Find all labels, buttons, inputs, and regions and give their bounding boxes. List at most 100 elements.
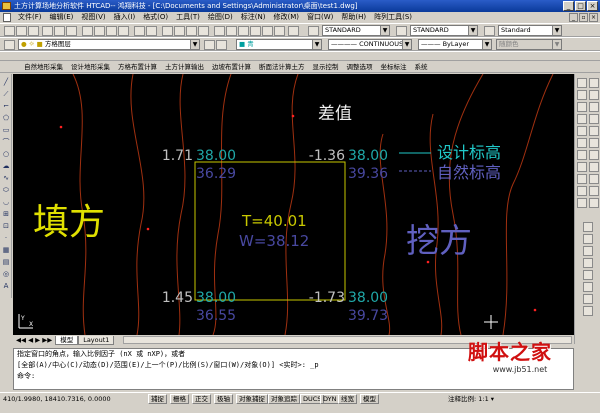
menu-format[interactable]: 格式(O) [139,12,172,23]
zoom-previous-icon[interactable] [198,26,209,36]
lineweight-select[interactable]: ——— ByLayer ▼ [418,39,492,50]
match-properties-icon[interactable] [118,26,129,36]
new-icon[interactable] [4,26,15,36]
ellipse-arc-icon[interactable]: ◡ [1,198,11,206]
plugin-design-terrain[interactable]: 设计地形采集 [67,61,114,73]
tool-palettes-icon[interactable] [238,26,249,36]
pan-icon[interactable] [162,26,173,36]
spline-icon[interactable]: ∿ [1,174,11,182]
menu-help[interactable]: 帮助(H) [337,12,370,23]
polyline-icon[interactable]: ⌐ [1,102,11,110]
zoom-window-icon[interactable] [186,26,197,36]
text-style-select[interactable]: STANDARD ▼ [322,25,390,36]
extend-icon[interactable] [577,138,587,148]
move-icon[interactable] [589,102,599,112]
dimension-linear-icon[interactable] [583,222,593,232]
table-style-select[interactable]: Standard ▼ [498,25,562,36]
plugin-section-method[interactable]: 断面法计算土方 [255,61,309,73]
make-block-icon[interactable]: ⊡ [1,222,11,230]
publish-icon[interactable] [66,26,77,36]
status-snap-button[interactable]: 捕捉 [148,394,167,404]
construction-line-icon[interactable]: ⟋ [1,90,11,98]
menu-insert[interactable]: 插入(I) [110,12,140,23]
sheet-set-icon[interactable] [250,26,261,36]
status-dyn-button[interactable]: DYN [320,394,340,404]
insert-block-icon[interactable]: ⊞ [1,210,11,218]
trim-icon[interactable] [589,126,599,136]
annotation-scale[interactable]: 注释比例: 1:1 ▾ [448,393,494,405]
snap-quadrant-icon[interactable] [577,198,587,208]
design-center-icon[interactable] [226,26,237,36]
polygon-icon[interactable]: ⬠ [1,114,11,122]
snap-midpoint-icon[interactable] [589,174,599,184]
snap-intersection-icon[interactable] [577,186,587,196]
properties-icon[interactable] [214,26,225,36]
cut-icon[interactable] [82,26,93,36]
snap-center-icon[interactable] [589,186,599,196]
hatch-icon[interactable]: ▦ [1,246,11,254]
status-lineweight-button[interactable]: 线宽 [338,394,357,404]
region-icon[interactable]: ◎ [1,270,11,278]
scale-icon[interactable] [589,114,599,124]
leader-icon[interactable] [583,270,593,280]
redo-icon[interactable] [146,26,157,36]
quickcalc-icon[interactable] [274,26,285,36]
maximize-button[interactable]: □ [575,1,586,11]
copy-object-icon[interactable] [589,78,599,88]
layer-manager-icon[interactable] [4,40,15,50]
explode-icon[interactable] [589,162,599,172]
make-object-layer-current-icon[interactable] [204,40,215,50]
menu-dimension[interactable]: 标注(N) [237,12,270,23]
dimension-radius-icon[interactable] [583,246,593,256]
plugin-natural-terrain[interactable]: 自然地形采集 [20,61,67,73]
fillet-icon[interactable] [577,162,587,172]
snap-tangent-icon[interactable] [589,198,599,208]
menu-edit[interactable]: 编辑(E) [46,12,78,23]
dimension-aligned-icon[interactable] [583,234,593,244]
close-button[interactable]: × [587,1,598,11]
layer-select[interactable]: ● ☼ ■ 方格图层 ▼ [18,39,200,50]
menu-array-tools[interactable]: 阵列工具(S) [370,12,416,23]
linetype-select[interactable]: ———— CONTINUOUS ▼ [328,39,412,50]
minimize-button[interactable]: _ [563,1,574,11]
menu-file[interactable]: 文件(F) [14,12,46,23]
save-icon[interactable] [28,26,39,36]
menu-window[interactable]: 窗口(W) [303,12,337,23]
dim-style-select[interactable]: STANDARD ▼ [410,25,478,36]
status-grid-button[interactable]: 栅格 [170,394,189,404]
stretch-icon[interactable] [577,126,587,136]
menu-modify[interactable]: 修改(M) [269,12,303,23]
help-icon[interactable] [288,26,299,36]
zoom-realtime-icon[interactable] [174,26,185,36]
tab-layout1[interactable]: Layout1 [78,335,115,345]
plugin-grid-layout[interactable]: 方格布置计算 [114,61,161,73]
status-otrack-button[interactable]: 对象追踪 [268,394,300,404]
status-osnap-button[interactable]: 对象捕捉 [236,394,268,404]
status-ortho-button[interactable]: 正交 [192,394,211,404]
tab-nav-arrows[interactable]: ◀◀ ◀ ▶ ▶▶ [13,336,55,344]
dimension-edit-icon[interactable] [583,294,593,304]
markup-icon[interactable] [262,26,273,36]
rectangle-icon[interactable]: ▭ [1,126,11,134]
mirror-icon[interactable] [577,90,587,100]
color-select[interactable]: ■ 青 ▼ [236,39,322,50]
doc-restore-button[interactable]: ▫ [579,13,588,22]
dimension-update-icon[interactable] [583,306,593,316]
rotate-icon[interactable] [577,114,587,124]
status-polar-button[interactable]: 极轴 [214,394,233,404]
plugin-display-control[interactable]: 显示控制 [309,61,343,73]
break-icon[interactable] [589,138,599,148]
open-icon[interactable] [16,26,27,36]
erase-icon[interactable] [577,78,587,88]
menu-draw[interactable]: 绘图(D) [204,12,237,23]
doc-close-button[interactable]: × [589,13,598,22]
doc-minimize-button[interactable]: _ [569,13,578,22]
plugin-adjust-options[interactable]: 调整选项 [343,61,377,73]
plugin-earthwork-output[interactable]: 土方计算输出 [161,61,208,73]
arc-icon[interactable]: ⌒ [1,138,11,146]
status-model-button[interactable]: 模型 [360,394,379,404]
point-icon[interactable]: · [1,234,11,242]
paste-icon[interactable] [106,26,117,36]
array-icon[interactable] [577,102,587,112]
ellipse-icon[interactable]: ⬭ [1,186,11,194]
